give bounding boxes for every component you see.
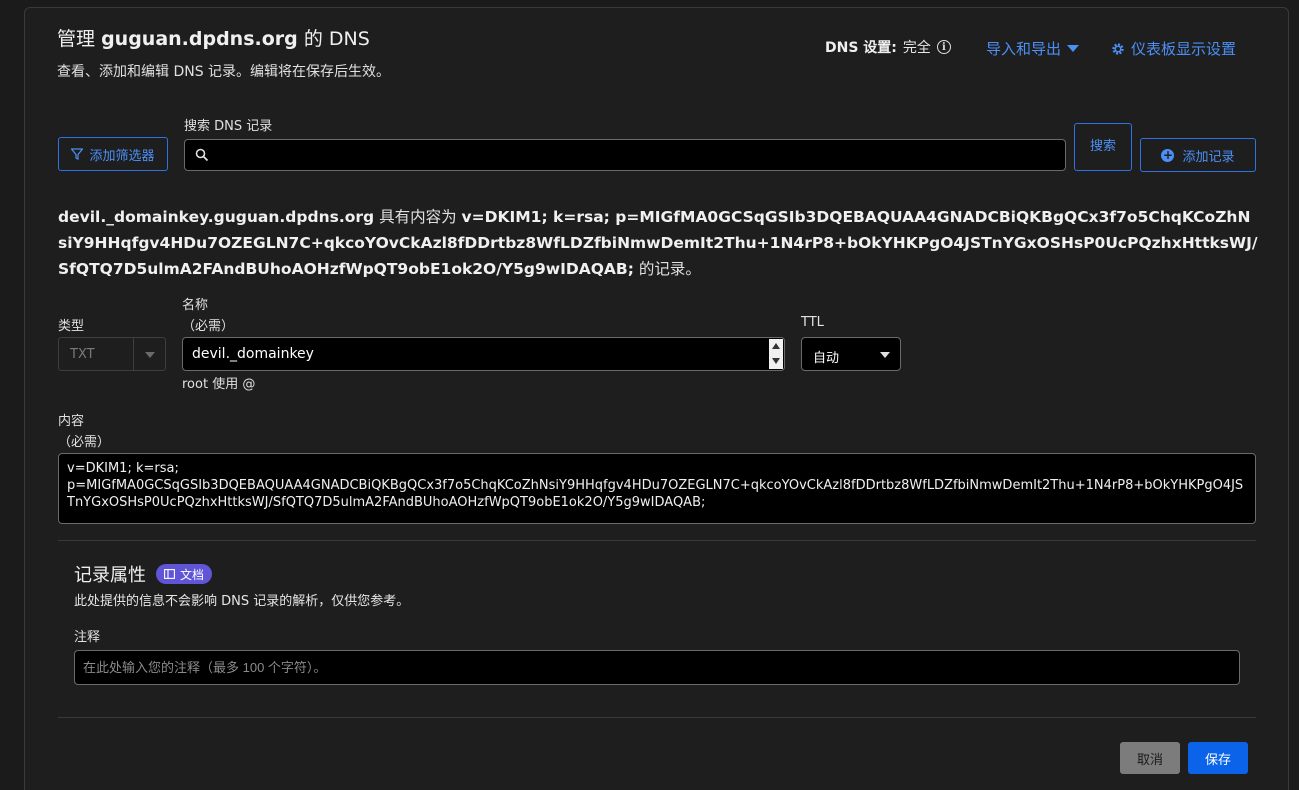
info-icon[interactable]: i — [936, 40, 951, 54]
search-icon — [195, 148, 209, 162]
content-line-2: p=MIGfMA0GCSqGSIb3DQEBAQUAA4GNADCBiQKBgQ… — [67, 478, 1244, 510]
dns-setting-value: 完全 — [902, 40, 931, 56]
name-label: 名称 — [182, 298, 209, 313]
record-attributes-title: 记录属性 — [74, 565, 146, 586]
comment-input[interactable] — [83, 651, 1223, 684]
import-export-button[interactable]: 导入和导出 — [986, 38, 1080, 59]
name-hint: root 使用 @ — [182, 377, 256, 392]
dashboard-settings-label: 仪表板显示设置 — [1131, 40, 1237, 58]
content-textarea[interactable]: v=DKIM1; k=rsa; p=MIGfMA0GCSqGSIb3DQEBAQ… — [58, 453, 1256, 524]
record-description: devil._domainkey.guguan.dpdns.org 具有内容为 … — [58, 204, 1258, 282]
title-suffix: 的 DNS — [303, 28, 370, 50]
dashboard-settings-button[interactable]: 仪表板显示设置 — [1111, 38, 1236, 59]
comment-label: 注释 — [74, 630, 101, 645]
page-subtitle: 查看、添加和编辑 DNS 记录。编辑将在保存后生效。 — [57, 64, 391, 80]
book-icon — [164, 569, 175, 579]
add-filter-button[interactable]: 添加筛选器 — [58, 137, 168, 171]
record-end-text: 的记录。 — [638, 260, 701, 278]
name-spinner[interactable] — [769, 339, 783, 369]
record-attributes-subtitle: 此处提供的信息不会影响 DNS 记录的解析，仅供您参考。 — [74, 594, 410, 609]
chevron-down-icon — [145, 352, 155, 358]
save-button[interactable]: 保存 — [1188, 742, 1248, 774]
comment-box — [74, 650, 1240, 685]
add-record-button[interactable]: + 添加记录 — [1140, 138, 1256, 172]
plus-circle-icon: + — [1161, 147, 1175, 162]
docs-badge[interactable]: 文档 — [156, 564, 213, 584]
type-select-divider — [133, 338, 134, 370]
record-mid-text: 具有内容为 — [379, 208, 457, 226]
type-value: TXT — [70, 347, 95, 362]
add-filter-label: 添加筛选器 — [89, 148, 155, 164]
cancel-button[interactable]: 取消 — [1120, 742, 1180, 774]
name-value: devil._domainkey — [192, 346, 314, 362]
content-required: （必需） — [58, 435, 111, 450]
title-domain: guguan.dpdns.org — [101, 28, 298, 50]
gear-icon — [1112, 42, 1124, 55]
record-name: devil._domainkey.guguan.dpdns.org — [58, 208, 375, 226]
search-button[interactable]: 搜索 — [1074, 123, 1132, 171]
ttl-label: TTL — [801, 315, 824, 330]
caret-down-icon — [1067, 44, 1080, 52]
search-input[interactable] — [215, 140, 1055, 170]
search-label: 搜索 DNS 记录 — [184, 119, 273, 134]
dns-setting: DNS 设置: 完全 i — [825, 37, 951, 57]
chevron-down-icon — [880, 352, 890, 358]
record-attributes-heading: 记录属性 文档 — [74, 561, 213, 587]
import-export-label: 导入和导出 — [986, 40, 1062, 58]
spin-up-icon[interactable] — [772, 343, 780, 349]
page-title: 管理 guguan.dpdns.org 的 DNS — [57, 24, 370, 51]
divider — [58, 540, 1256, 541]
ttl-value: 自动 — [813, 351, 840, 366]
docs-badge-label: 文档 — [180, 567, 205, 582]
add-record-label: 添加记录 — [1182, 149, 1235, 165]
spin-down-icon[interactable] — [772, 358, 780, 364]
type-select[interactable]: TXT — [58, 337, 166, 371]
content-label: 内容 — [58, 414, 85, 429]
content-line-1: v=DKIM1; k=rsa; — [67, 461, 179, 476]
search-box — [184, 139, 1066, 171]
filter-icon — [71, 148, 84, 160]
ttl-select[interactable]: 自动 — [801, 337, 901, 371]
dns-setting-label: DNS 设置: — [825, 40, 897, 56]
name-input[interactable]: devil._domainkey — [182, 337, 785, 371]
type-label: 类型 — [58, 319, 85, 334]
name-required: （必需） — [182, 319, 235, 334]
divider — [58, 717, 1256, 718]
title-prefix: 管理 — [57, 28, 96, 50]
